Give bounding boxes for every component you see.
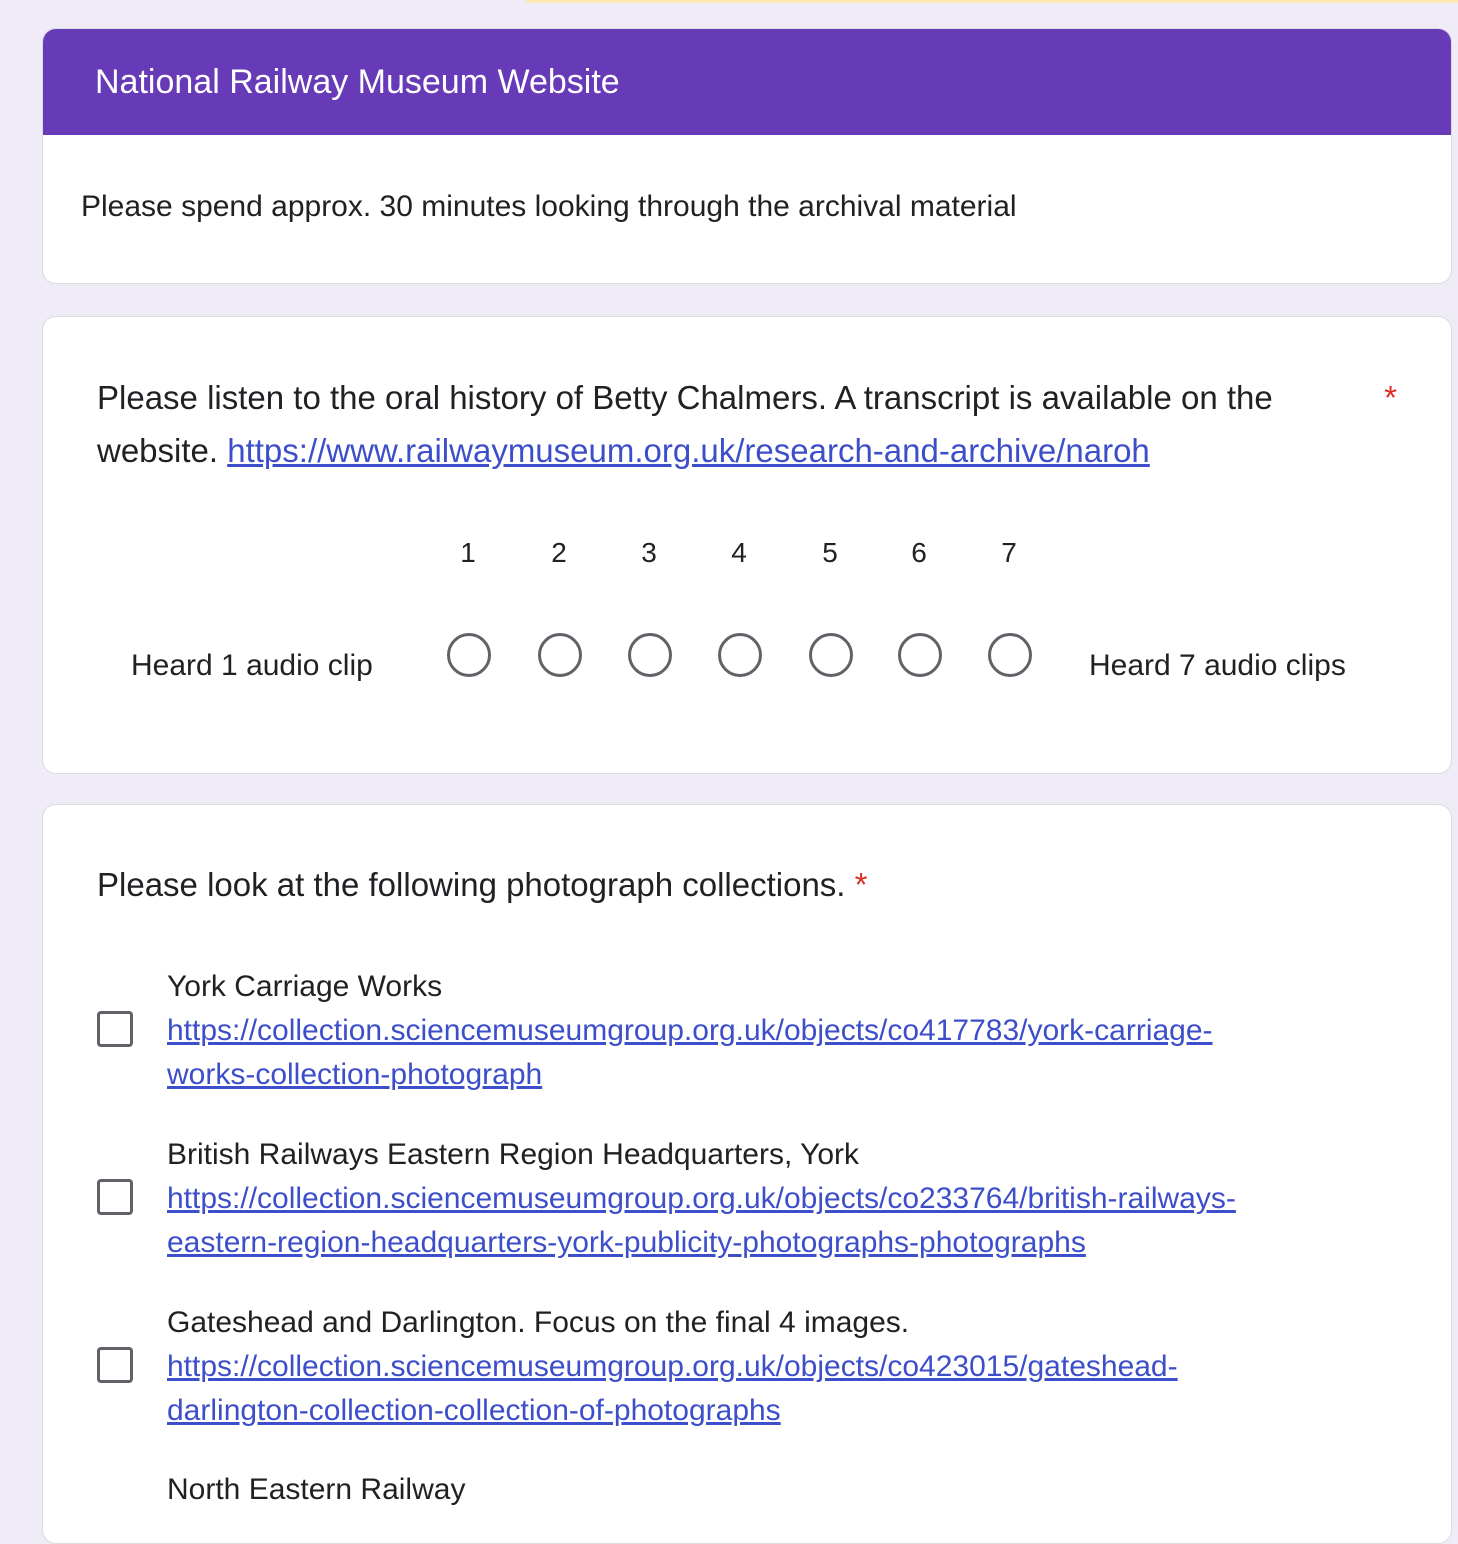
scale-number-2: 2 — [551, 537, 567, 568]
question-text: Please look at the following photograph … — [97, 866, 846, 903]
option-link[interactable]: eastern-region-headquarters-york-publici… — [167, 1226, 1086, 1259]
top-accent-bar — [526, 0, 1458, 3]
scale-high-label: Heard 7 audio clips — [1089, 649, 1346, 682]
scale-number-5: 5 — [822, 537, 838, 568]
scale-radio-1[interactable] — [447, 633, 491, 677]
option-link[interactable]: https://collection.sciencemuseumgroup.or… — [167, 1350, 1178, 1383]
option-north-eastern-railway[interactable]: North Eastern Railway — [167, 1468, 1387, 1512]
required-asterisk: * — [1384, 379, 1397, 416]
option-link[interactable]: https://collection.sciencemuseumgroup.or… — [167, 1182, 1236, 1215]
scale-radio-6[interactable] — [898, 633, 942, 677]
question-card-photograph-collections: Please look at the following photograph … — [42, 804, 1452, 1544]
checkbox-british-railways-eastern-region[interactable] — [97, 1179, 133, 1215]
form-title: National Railway Museum Website — [43, 29, 1451, 135]
required-asterisk: * — [854, 866, 868, 903]
option-link[interactable]: works-collection-photograph — [167, 1058, 542, 1091]
option-label: Gateshead and Darlington. Focus on the f… — [167, 1306, 910, 1339]
form-header-card: National Railway Museum Website Please s… — [42, 28, 1452, 284]
option-british-railways-eastern-region[interactable]: British Railways Eastern Region Headquar… — [167, 1133, 1387, 1265]
naroh-link[interactable]: https://www.railwaymuseum.org.uk/researc… — [227, 432, 1150, 469]
scale-radio-2[interactable] — [538, 633, 582, 677]
scale-low-label: Heard 1 audio clip — [131, 649, 373, 682]
scale-radio-3[interactable] — [628, 633, 672, 677]
scale-radio-4[interactable] — [718, 633, 762, 677]
checkbox-york-carriage-works[interactable] — [97, 1011, 133, 1047]
question-card-oral-history: Please listen to the oral history of Bet… — [42, 316, 1452, 774]
option-york-carriage-works[interactable]: York Carriage Works https://collection.s… — [167, 965, 1387, 1097]
checkbox-gateshead-darlington[interactable] — [97, 1347, 133, 1383]
option-gateshead-darlington[interactable]: Gateshead and Darlington. Focus on the f… — [167, 1301, 1387, 1433]
option-link[interactable]: darlington-collection-collection-of-phot… — [167, 1394, 781, 1427]
option-label: British Railways Eastern Region Headquar… — [167, 1138, 860, 1171]
option-link[interactable]: https://collection.sciencemuseumgroup.or… — [167, 1014, 1213, 1047]
scale-radio-5[interactable] — [809, 633, 853, 677]
option-label: York Carriage Works — [167, 970, 443, 1003]
scale-number-7: 7 — [1001, 537, 1017, 568]
scale-number-1: 1 — [460, 537, 476, 568]
scale-radio-7[interactable] — [988, 633, 1032, 677]
scale-number-6: 6 — [911, 537, 927, 568]
question-title: Please listen to the oral history of Bet… — [97, 371, 1387, 477]
form-description: Please spend approx. 30 minutes looking … — [81, 190, 1017, 223]
question-title: Please look at the following photograph … — [97, 863, 868, 907]
scale-number-4: 4 — [731, 537, 747, 568]
option-label: North Eastern Railway — [167, 1473, 466, 1506]
scale-number-3: 3 — [641, 537, 657, 568]
